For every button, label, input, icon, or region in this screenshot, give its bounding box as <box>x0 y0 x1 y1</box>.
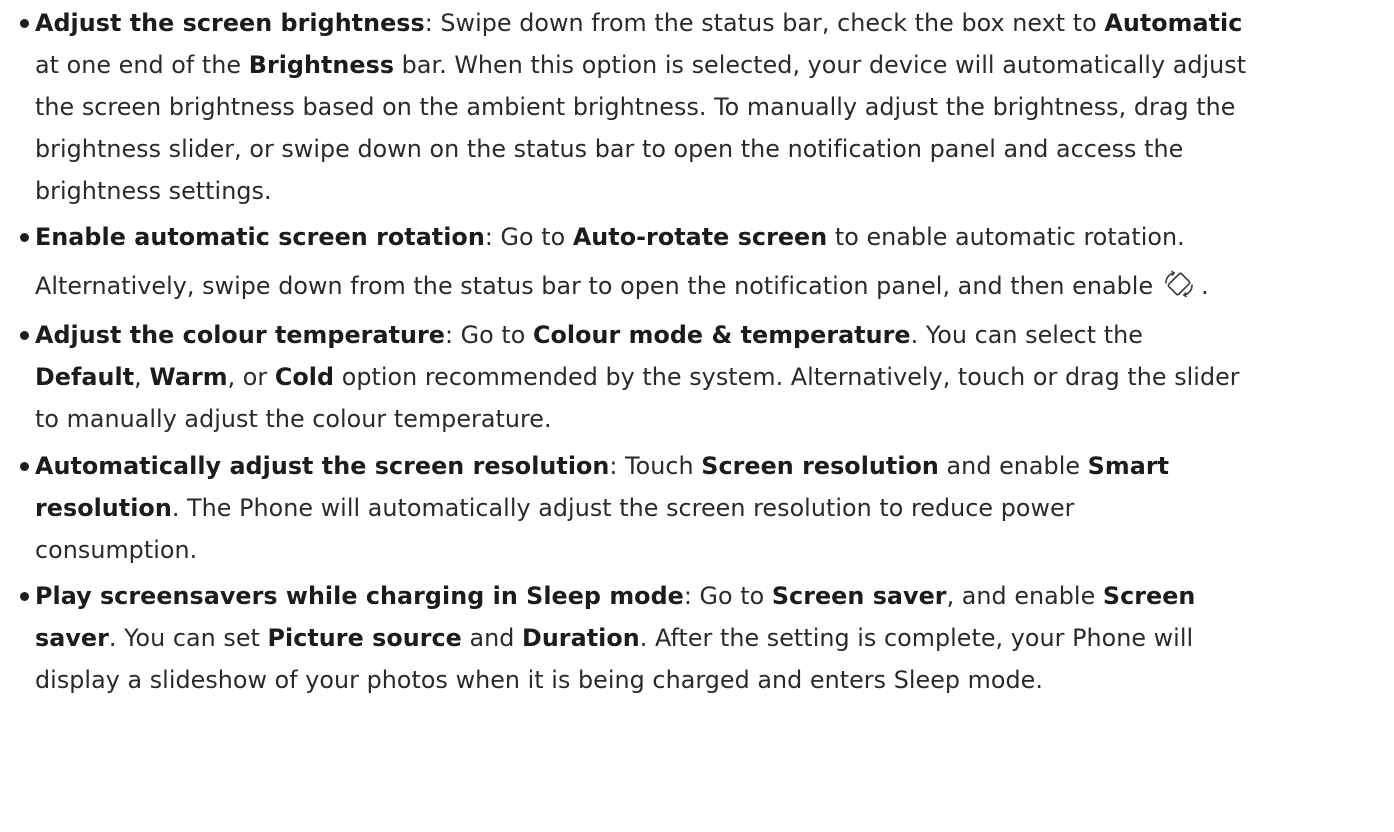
text-line: Enable automatic screen rotation: Go to … <box>35 223 1185 251</box>
bullet <box>20 19 29 28</box>
bullet <box>20 233 29 242</box>
text-line: Play screensavers while charging in Slee… <box>35 582 1196 610</box>
text-line: brightness slider, or swipe down on the … <box>35 135 1184 163</box>
text-line: at one end of the Brightness bar. When t… <box>35 51 1247 79</box>
item-heading: Adjust the colour temperature <box>35 321 445 349</box>
item-heading: Play screensavers while charging in Slee… <box>35 582 684 610</box>
text-line: the screen brightness based on the ambie… <box>35 93 1236 121</box>
text-line: Adjust the screen brightness: Swipe down… <box>35 9 1243 37</box>
text-line: Automatically adjust the screen resoluti… <box>35 452 1170 480</box>
item-heading: Automatically adjust the screen resoluti… <box>35 452 610 480</box>
bullet <box>20 331 29 340</box>
bullet <box>20 592 29 601</box>
text-line: display a slideshow of your photos when … <box>35 666 1043 694</box>
text-line: consumption. <box>35 536 198 564</box>
item-heading: Enable automatic screen rotation <box>35 223 485 251</box>
rotate-icon <box>1159 270 1199 298</box>
text-line: brightness settings. <box>35 177 272 205</box>
help-document: Adjust the screen brightness: Swipe down… <box>0 0 1394 832</box>
text-line: to manually adjust the colour temperatur… <box>35 405 552 433</box>
text-line: Adjust the colour temperature: Go to Col… <box>35 321 1143 349</box>
text-line: Alternatively, swipe down from the statu… <box>35 270 1209 300</box>
item-heading: Adjust the screen brightness <box>35 9 425 37</box>
text-line: saver. You can set Picture source and Du… <box>35 624 1194 652</box>
text-line: Default, Warm, or Cold option recommende… <box>35 363 1240 391</box>
text-line: resolution. The Phone will automatically… <box>35 494 1075 522</box>
bullet <box>20 462 29 471</box>
